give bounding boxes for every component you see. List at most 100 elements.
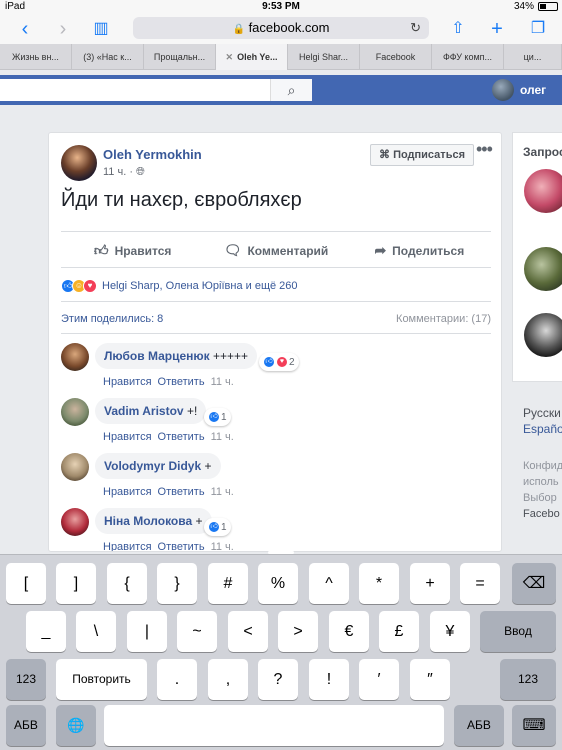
comment-like-link[interactable]: Нравится	[103, 376, 152, 388]
reload-icon[interactable]: ↻	[410, 17, 421, 39]
profile-link[interactable]: олег	[492, 79, 546, 101]
comment-reply-link[interactable]: Ответить	[158, 486, 205, 498]
commenter-name[interactable]: Vadim Aristov	[104, 404, 184, 418]
reactions-summary[interactable]: 👍︎ ☺ ♥ Helgi Sharp, Олена Юріївна и ещё …	[61, 279, 298, 293]
commenter-avatar[interactable]	[61, 343, 89, 371]
comment-like-link[interactable]: Нравится	[103, 431, 152, 443]
numbers-key[interactable]: 123	[6, 659, 46, 700]
url-field[interactable]: 🔒 facebook.com ↻	[133, 17, 429, 39]
footer-link[interactable]: Facebo	[523, 506, 562, 522]
globe-icon[interactable]: 🌐	[56, 705, 96, 746]
key[interactable]: #	[208, 563, 248, 604]
key[interactable]: =	[460, 563, 500, 604]
like-button[interactable]: 👍︎ Нравится	[61, 235, 204, 265]
commenter-avatar[interactable]	[61, 508, 89, 536]
key[interactable]: €	[329, 611, 369, 652]
key[interactable]: £	[379, 611, 419, 652]
footer-link[interactable]: Конфид	[523, 458, 562, 474]
tab-3-active[interactable]: ✕ Oleh Ye...	[216, 44, 288, 70]
author-avatar[interactable]	[61, 145, 97, 181]
key[interactable]: !	[309, 659, 349, 700]
comment-reply-link[interactable]: Ответить	[158, 541, 205, 551]
comment-time[interactable]: 11 ч.	[211, 541, 234, 551]
tabs-overview-icon[interactable]: ❐	[527, 18, 549, 40]
footer-link[interactable]: исполь	[523, 474, 562, 490]
tab-7[interactable]: ци...	[504, 44, 562, 70]
comment-time[interactable]: 11 ч.	[211, 376, 234, 388]
numbers-key[interactable]: 123	[500, 659, 556, 700]
key[interactable]: [	[6, 563, 46, 604]
key[interactable]: }	[157, 563, 197, 604]
key[interactable]: {	[107, 563, 147, 604]
comment-text: +	[204, 459, 212, 473]
close-tab-icon[interactable]: ✕	[226, 52, 234, 62]
tab-4[interactable]: Helgi Shar...	[288, 44, 360, 70]
comment-like-link[interactable]: Нравится	[103, 541, 152, 551]
key[interactable]: ,	[208, 659, 248, 700]
author-name[interactable]: Oleh Yermokhin	[103, 147, 202, 162]
key[interactable]: ″	[410, 659, 450, 700]
key[interactable]: \	[76, 611, 116, 652]
key[interactable]: <	[228, 611, 268, 652]
request-avatar[interactable]	[524, 169, 562, 213]
alphabet-key[interactable]: АБВ	[454, 705, 504, 746]
comment-reactions[interactable]: 👍︎ 1	[204, 408, 231, 426]
return-key[interactable]: Ввод	[480, 611, 556, 652]
key[interactable]: ?	[258, 659, 298, 700]
commenter-name[interactable]: Volodymyr Didyk	[104, 459, 201, 473]
tab-6[interactable]: ФФУ комп...	[432, 44, 504, 70]
key[interactable]: .	[157, 659, 197, 700]
key[interactable]: ~	[177, 611, 217, 652]
commenter-avatar[interactable]	[61, 453, 89, 481]
divider	[61, 333, 491, 334]
bookmarks-icon[interactable]: ▥	[90, 18, 112, 40]
forward-icon[interactable]: ›	[52, 18, 74, 40]
space-bar[interactable]	[104, 705, 444, 746]
search-input[interactable]: ⌕	[0, 79, 312, 101]
redo-key[interactable]: Повторить	[56, 659, 147, 700]
key[interactable]: ]	[56, 563, 96, 604]
post-time[interactable]: 11 ч. · 🌐︎	[103, 166, 145, 179]
back-icon[interactable]: ‹	[14, 18, 36, 40]
key[interactable]: +	[410, 563, 450, 604]
comment-meta: Нравится Ответить 11 ч.	[103, 486, 234, 498]
comment-reply-link[interactable]: Ответить	[158, 431, 205, 443]
more-options-icon[interactable]: •••	[476, 139, 493, 160]
backspace-icon[interactable]: ⌫	[512, 563, 556, 604]
new-tab-icon[interactable]: +	[486, 18, 508, 40]
key[interactable]: ′	[359, 659, 399, 700]
request-avatar[interactable]	[524, 247, 562, 291]
share-icon[interactable]: ⇧	[447, 18, 469, 40]
request-avatar[interactable]	[524, 313, 562, 357]
key[interactable]: ¥	[430, 611, 470, 652]
comment-reply-link[interactable]: Ответить	[158, 376, 205, 388]
key[interactable]: |	[127, 611, 167, 652]
commenter-name[interactable]: Ніна Молокова	[104, 514, 192, 528]
tab-1[interactable]: (3) «Нас к...	[72, 44, 144, 70]
subscribe-button[interactable]: ⌘ Подписаться	[370, 144, 474, 166]
comment-reactions[interactable]: 👍︎ 1	[204, 518, 231, 536]
search-icon[interactable]: ⌕	[270, 79, 312, 101]
commenter-name[interactable]: Любов Марценюк	[104, 349, 210, 363]
language-link[interactable]: Españo	[523, 422, 562, 436]
comment-reactions[interactable]: 👍︎ ♥ 2	[259, 353, 299, 371]
key[interactable]: _	[26, 611, 66, 652]
key[interactable]: ^	[309, 563, 349, 604]
footer-link[interactable]: Выбор	[523, 490, 562, 506]
key[interactable]: *	[359, 563, 399, 604]
alphabet-key[interactable]: АБВ	[6, 705, 46, 746]
comment-button[interactable]: 🗨︎ Комментарий	[204, 235, 347, 265]
shares-link[interactable]: Этим поделились: 8	[61, 313, 163, 325]
comment-time[interactable]: 11 ч.	[211, 431, 234, 443]
tab-5[interactable]: Facebook	[360, 44, 432, 70]
comments-count[interactable]: Комментарии: (17)	[396, 313, 491, 325]
comment-time[interactable]: 11 ч.	[211, 486, 234, 498]
comment-like-link[interactable]: Нравится	[103, 486, 152, 498]
tab-2[interactable]: Прощальн...	[144, 44, 216, 70]
tab-0[interactable]: Жизнь вн...	[0, 44, 72, 70]
commenter-avatar[interactable]	[61, 398, 89, 426]
key[interactable]: >	[278, 611, 318, 652]
hide-keyboard-icon[interactable]: ⌨	[512, 705, 556, 746]
key[interactable]: %	[258, 563, 298, 604]
share-button[interactable]: ➦ Поделиться	[348, 235, 491, 265]
